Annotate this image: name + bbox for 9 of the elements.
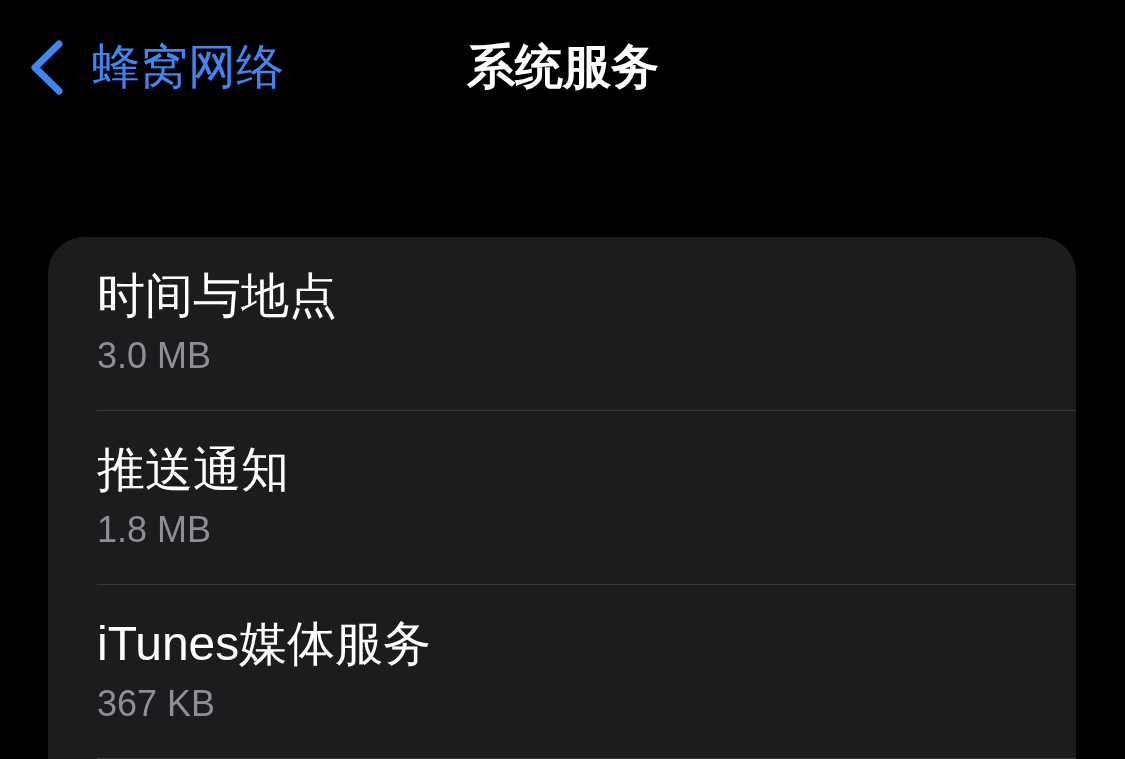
back-button[interactable]: 蜂窝网络	[26, 38, 288, 96]
service-usage: 3.0 MB	[97, 334, 213, 378]
nav-title: 系统服务	[466, 39, 659, 95]
service-name: iTunes媒体服务	[97, 616, 433, 672]
chevron-left-icon	[30, 39, 64, 95]
service-name: 推送通知	[97, 442, 290, 498]
service-usage: 367 KB	[97, 682, 217, 726]
service-usage: 1.8 MB	[97, 508, 213, 552]
service-name: 时间与地点	[97, 268, 338, 324]
